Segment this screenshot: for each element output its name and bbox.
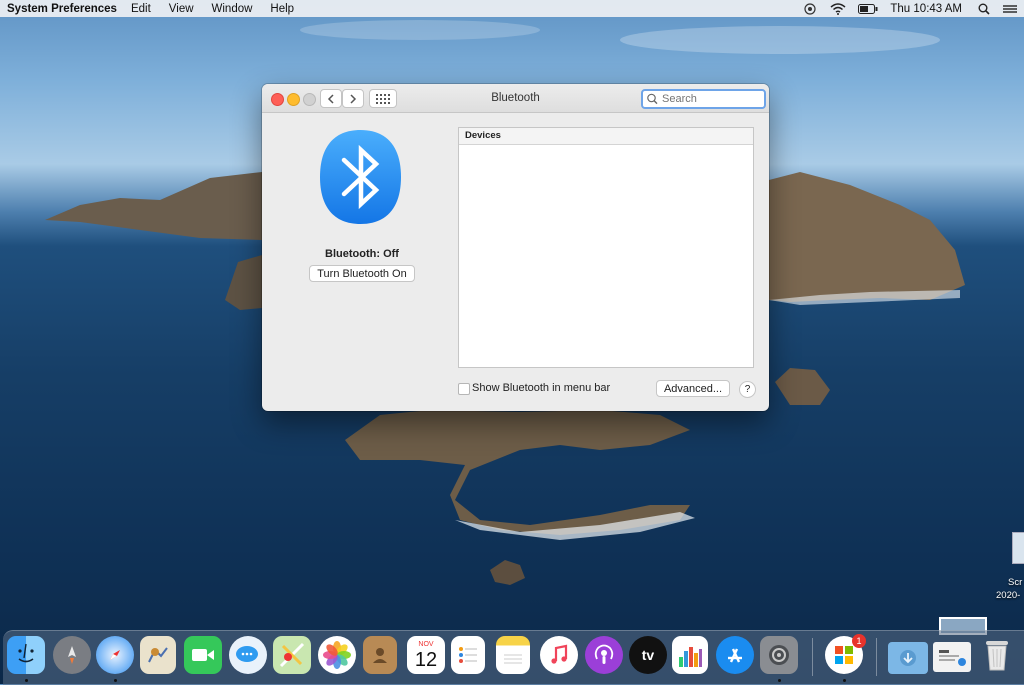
window-titlebar[interactable]: Bluetooth <box>262 84 769 113</box>
facetime-icon[interactable] <box>184 636 222 674</box>
bluetooth-window: Bluetooth Bluetooth: Off Turn Bluetooth … <box>262 84 769 411</box>
system-preferences-icon[interactable] <box>760 636 798 674</box>
launchpad-icon[interactable] <box>53 636 91 674</box>
devices-list[interactable]: Devices <box>458 127 754 368</box>
notes-icon[interactable] <box>496 636 530 674</box>
bluetooth-status: Bluetooth: Off <box>325 248 399 260</box>
messages-icon[interactable] <box>229 636 267 674</box>
photos-icon[interactable] <box>318 636 356 674</box>
downloads-folder-icon[interactable] <box>888 642 928 674</box>
advanced-button[interactable]: Advanced... <box>656 380 730 397</box>
search-icon <box>647 93 658 105</box>
maps-icon[interactable] <box>273 636 311 674</box>
calendar-day: 12 <box>414 649 438 671</box>
contacts-icon[interactable] <box>363 636 397 674</box>
mail-icon[interactable] <box>140 636 176 674</box>
update-badge: 1 <box>852 634 866 648</box>
menu-app-name[interactable]: System Preferences <box>7 3 117 15</box>
trash-icon[interactable] <box>978 636 1016 674</box>
menu-edit[interactable]: Edit <box>131 3 151 15</box>
show-in-menu-bar-label[interactable]: Show Bluetooth in menu bar <box>472 382 610 394</box>
menu-bar: System Preferences Edit View Window Help… <box>0 0 1024 17</box>
turn-bluetooth-on-button[interactable]: Turn Bluetooth On <box>309 265 415 282</box>
safari-running-dot <box>114 679 117 682</box>
autoupdate-running-dot <box>843 679 846 682</box>
music-icon[interactable] <box>540 636 578 674</box>
help-button[interactable]: ? <box>739 381 756 398</box>
menu-view[interactable]: View <box>169 3 194 15</box>
spotlight-icon[interactable] <box>976 3 992 15</box>
menu-help[interactable]: Help <box>270 3 294 15</box>
wifi-icon[interactable] <box>830 2 846 15</box>
dock-separator-1 <box>812 638 813 676</box>
dock-separator-2 <box>876 638 877 676</box>
desktop-file-label-1[interactable]: Scr <box>1008 577 1022 588</box>
search-input[interactable] <box>660 93 758 105</box>
devices-header: Devices <box>459 128 753 145</box>
reminders-icon[interactable] <box>451 636 485 674</box>
finder-icon[interactable] <box>7 636 45 674</box>
system-preferences-running-dot <box>778 679 781 682</box>
desktop-file-label-2[interactable]: 2020- <box>996 590 1020 601</box>
app-store-icon[interactable] <box>716 636 754 674</box>
tv-icon[interactable]: tv <box>629 636 667 674</box>
calendar-month: NOV <box>418 641 434 648</box>
menu-window[interactable]: Window <box>212 3 253 15</box>
finder-running-dot <box>25 679 28 682</box>
menu-clock[interactable]: Thu 10:43 AM <box>890 3 962 15</box>
desktop-file-thumbnail[interactable] <box>1012 532 1024 564</box>
control-center-icon[interactable] <box>1002 3 1018 15</box>
search-field[interactable] <box>641 89 766 109</box>
calendar-icon[interactable]: NOV 12 <box>407 636 445 674</box>
show-in-menu-bar-checkbox[interactable] <box>458 383 470 395</box>
screenshot-stack-icon[interactable] <box>933 642 971 672</box>
battery-icon[interactable] <box>858 3 878 15</box>
tv-label: tv <box>641 647 655 663</box>
podcasts-icon[interactable] <box>585 636 623 674</box>
numbers-icon[interactable] <box>672 636 708 674</box>
airplay-icon[interactable] <box>802 2 818 15</box>
safari-icon[interactable] <box>96 636 134 674</box>
bluetooth-icon <box>320 130 401 224</box>
